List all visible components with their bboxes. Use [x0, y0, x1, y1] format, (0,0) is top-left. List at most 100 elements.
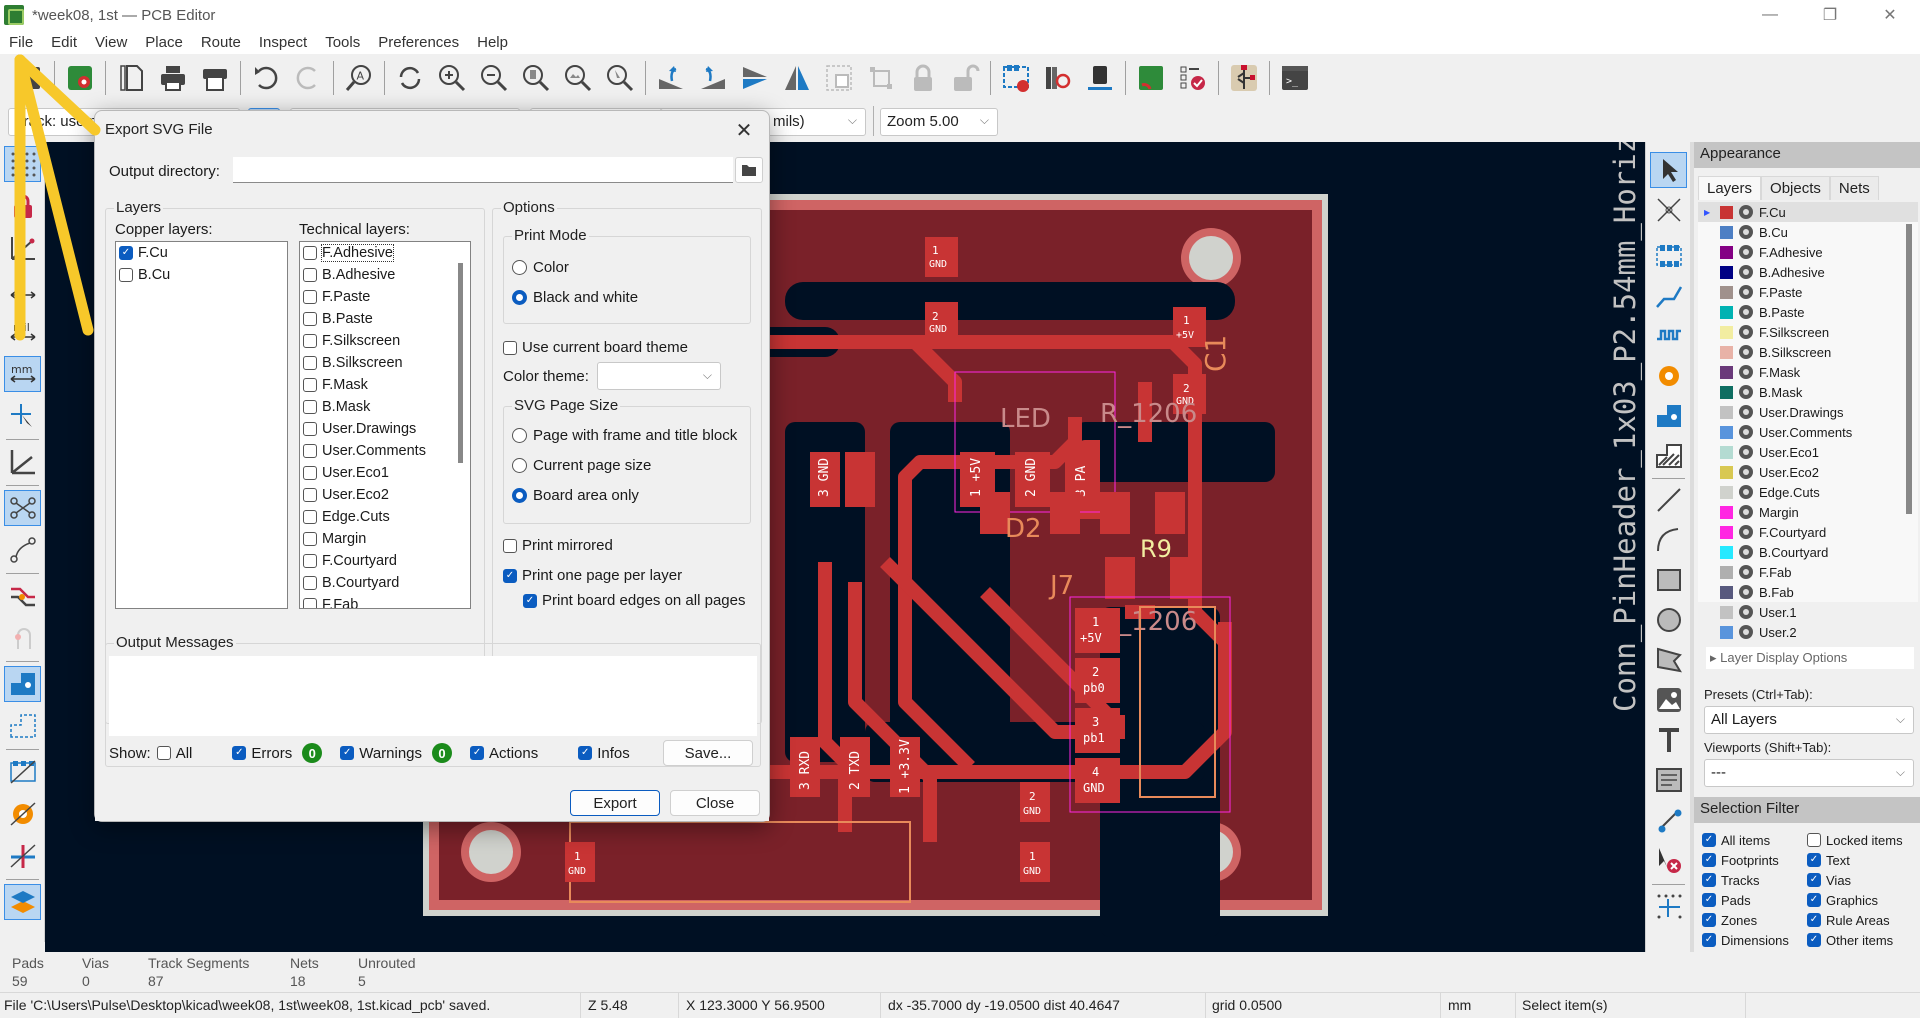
checkbox[interactable]: [1807, 833, 1821, 847]
rotate-ccw-button[interactable]: [653, 60, 689, 96]
layer-color-swatch[interactable]: [1720, 305, 1733, 319]
export-button[interactable]: Export: [570, 790, 660, 816]
rotate-cw-button[interactable]: [695, 60, 731, 96]
zoom-objects-button[interactable]: [560, 60, 596, 96]
3d-viewer-button[interactable]: [1082, 60, 1118, 96]
selection-filter-item[interactable]: Other items: [1807, 931, 1920, 949]
add-dimension-button[interactable]: [1650, 802, 1687, 838]
visibility-eye-icon[interactable]: [1739, 485, 1753, 499]
layer-row[interactable]: B.Courtyard: [1698, 542, 1918, 562]
visibility-eye-icon[interactable]: [1739, 465, 1753, 479]
checkbox[interactable]: [303, 510, 317, 524]
grid-override-button[interactable]: [4, 188, 41, 224]
selection-filter-item[interactable]: Vias: [1807, 871, 1920, 889]
minimize-button[interactable]: —: [1740, 0, 1800, 30]
checkbox[interactable]: [1807, 913, 1821, 927]
layer-row[interactable]: F.Paste: [1698, 282, 1918, 302]
rule-area-button[interactable]: [1650, 438, 1687, 474]
route-track-button[interactable]: [1650, 278, 1687, 314]
redraw-button[interactable]: [392, 60, 428, 96]
one-page-per-layer-checkbox[interactable]: Print one page per layer: [503, 567, 682, 584]
polar-coords-button[interactable]: [4, 230, 41, 266]
menu-file[interactable]: File: [0, 34, 42, 51]
technical-layers-scrollbar[interactable]: [458, 263, 463, 463]
page-frame-radio[interactable]: Page with frame and title block: [512, 427, 737, 444]
zoom-select[interactable]: Zoom 5.00 ⌵: [880, 108, 998, 136]
layer-color-swatch[interactable]: [1720, 225, 1733, 239]
draw-rectangle-button[interactable]: [1650, 562, 1687, 598]
layer-row[interactable]: Margin: [1698, 502, 1918, 522]
zoom-fit-button[interactable]: [518, 60, 554, 96]
angle-snap-button[interactable]: [4, 444, 41, 480]
technical-layer-item[interactable]: F.Silkscreen: [300, 330, 470, 352]
copper-layer-item[interactable]: B.Cu: [116, 264, 287, 286]
layer-color-swatch[interactable]: [1720, 625, 1733, 639]
technical-layer-item[interactable]: Edge.Cuts: [300, 506, 470, 528]
units-mils-button[interactable]: mil: [4, 314, 41, 350]
layer-color-swatch[interactable]: [1720, 365, 1733, 379]
track-sketch-button[interactable]: [4, 838, 41, 874]
visibility-eye-icon[interactable]: [1739, 305, 1753, 319]
delete-tool-button[interactable]: [1650, 842, 1687, 878]
layer-color-swatch[interactable]: [1720, 245, 1733, 259]
filter-errors-checkbox[interactable]: [232, 746, 247, 760]
update-pcb-button[interactable]: [1133, 60, 1169, 96]
checkbox[interactable]: [1807, 873, 1821, 887]
schematic-editor-button[interactable]: [1226, 60, 1262, 96]
filter-warnings-checkbox[interactable]: [340, 746, 355, 760]
visibility-eye-icon[interactable]: [1739, 265, 1753, 279]
checkbox[interactable]: [303, 268, 317, 282]
layer-row[interactable]: User.2: [1698, 622, 1918, 642]
place-image-button[interactable]: [1650, 682, 1687, 718]
technical-layer-item[interactable]: F.Paste: [300, 286, 470, 308]
selection-filter-item[interactable]: Tracks: [1702, 871, 1807, 889]
board-edges-all-pages-checkbox[interactable]: Print board edges on all pages: [523, 592, 745, 609]
output-directory-input[interactable]: [233, 157, 733, 183]
visibility-eye-icon[interactable]: [1739, 205, 1753, 219]
layer-row[interactable]: B.Adhesive: [1698, 262, 1918, 282]
menu-edit[interactable]: Edit: [42, 34, 86, 51]
visibility-eye-icon[interactable]: [1739, 445, 1753, 459]
output-messages-box[interactable]: [109, 656, 757, 736]
save-board-button[interactable]: [11, 60, 47, 96]
checkbox[interactable]: [1702, 833, 1716, 847]
layer-row[interactable]: B.Paste: [1698, 302, 1918, 322]
checkbox[interactable]: [303, 312, 317, 326]
checkbox[interactable]: [303, 598, 317, 608]
checkbox[interactable]: [303, 554, 317, 568]
visibility-eye-icon[interactable]: [1739, 585, 1753, 599]
footprint-browser-button[interactable]: [1040, 60, 1076, 96]
toggle-grid-button[interactable]: [4, 146, 41, 182]
cursor-style-button[interactable]: [4, 398, 41, 434]
visibility-eye-icon[interactable]: [1739, 625, 1753, 639]
layer-color-swatch[interactable]: [1720, 485, 1733, 499]
checkbox[interactable]: [303, 444, 317, 458]
layer-color-swatch[interactable]: [1720, 405, 1733, 419]
selection-filter-item[interactable]: All items: [1702, 831, 1807, 849]
visibility-eye-icon[interactable]: [1739, 345, 1753, 359]
layer-color-swatch[interactable]: [1720, 525, 1733, 539]
print-button[interactable]: [155, 60, 191, 96]
layer-color-swatch[interactable]: [1720, 265, 1733, 279]
layer-row[interactable]: B.Cu: [1698, 222, 1918, 242]
checkbox[interactable]: [303, 356, 317, 370]
checkbox[interactable]: [303, 576, 317, 590]
checkbox[interactable]: [303, 488, 317, 502]
filter-infos-checkbox[interactable]: [578, 746, 593, 760]
add-zone-button[interactable]: [1650, 398, 1687, 434]
layer-color-swatch[interactable]: [1720, 425, 1733, 439]
layer-row[interactable]: User.1: [1698, 602, 1918, 622]
save-messages-button[interactable]: Save...: [663, 740, 753, 766]
zoom-out-button[interactable]: [476, 60, 512, 96]
technical-layer-item[interactable]: B.Adhesive: [300, 264, 470, 286]
selection-filter-item[interactable]: Pads: [1702, 891, 1807, 909]
browse-directory-button[interactable]: [735, 157, 763, 183]
selection-filter-item[interactable]: Rule Areas: [1807, 911, 1920, 929]
track-display-button[interactable]: [4, 578, 41, 614]
grid-origin-button[interactable]: [1650, 888, 1687, 924]
close-window-button[interactable]: ✕: [1860, 0, 1920, 30]
layer-color-swatch[interactable]: [1720, 545, 1733, 559]
technical-layer-item[interactable]: B.Paste: [300, 308, 470, 330]
color-theme-select[interactable]: ⌵: [597, 362, 721, 390]
curved-ratsnest-button[interactable]: [4, 532, 41, 568]
